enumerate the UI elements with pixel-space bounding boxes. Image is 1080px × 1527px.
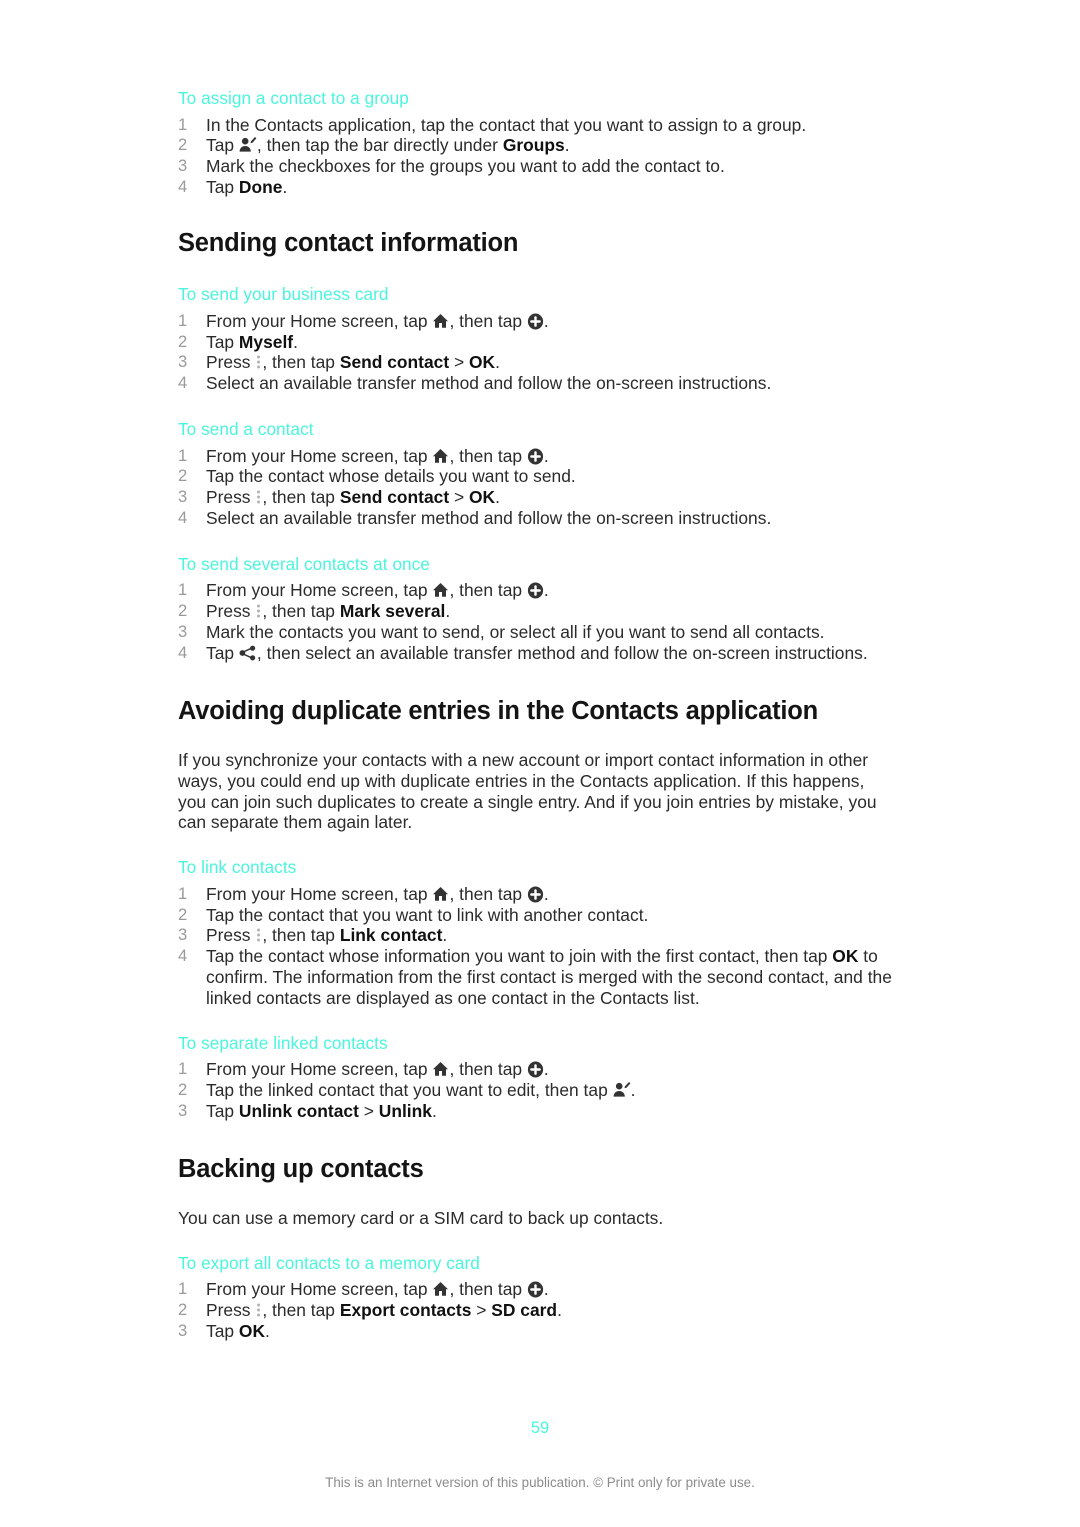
page-content: To assign a contact to a group In the Co… — [178, 88, 896, 1342]
list-item: From your Home screen, tap , then tap . — [178, 883, 549, 905]
list-item: Tap OK. — [178, 1320, 270, 1342]
list-item: Tap the contact whose information you wa… — [178, 946, 892, 1008]
list-item: Tap the contact whose details you want t… — [178, 466, 576, 487]
contacts-app-icon — [527, 313, 544, 330]
list-item: Press , then tap Export contacts > SD ca… — [178, 1300, 562, 1321]
sub-heading-send-several-contacts: To send several contacts at once — [178, 553, 430, 574]
home-icon — [432, 448, 449, 464]
contacts-app-icon — [527, 1061, 544, 1078]
sub-heading-link-contacts: To link contacts — [178, 857, 297, 878]
list-item: From your Home screen, tap , then tap . — [178, 1059, 549, 1080]
list-item: Press , then tap Send contact > OK. — [178, 487, 500, 508]
list-item: From your Home screen, tap , then tap . — [178, 580, 549, 601]
list-item: Press , then tap Send contact > OK. — [178, 352, 500, 373]
steps-list: From your Home screen, tap , then tap . … — [178, 1279, 896, 1341]
overflow-menu-icon — [255, 603, 262, 619]
procedure-send-several-contacts: To send several contacts at once From yo… — [178, 554, 896, 664]
paragraph-backing-up-contacts: You can use a memory card or a SIM card … — [178, 1207, 664, 1228]
share-icon — [239, 645, 257, 661]
steps-list: From your Home screen, tap , then tap . … — [178, 1059, 896, 1121]
bold-term: Send contact — [339, 487, 450, 508]
list-item: Press , then tap Link contact. — [178, 925, 448, 946]
overflow-menu-icon — [255, 927, 262, 943]
procedure-separate-linked-contacts: To separate linked contacts From your Ho… — [178, 1033, 896, 1122]
steps-list: From your Home screen, tap , then tap . … — [178, 446, 896, 529]
procedure-export-all-contacts: To export all contacts to a memory card … — [178, 1253, 896, 1342]
section-title-backing-up-contacts: Backing up contacts — [178, 1154, 424, 1183]
person-edit-icon — [239, 137, 257, 153]
bold-term: Done — [238, 177, 283, 198]
overflow-menu-icon — [255, 354, 262, 370]
person-edit-icon — [613, 1081, 631, 1098]
contacts-app-icon — [527, 1281, 544, 1298]
contacts-app-icon — [527, 582, 544, 599]
bold-term: OK — [469, 352, 496, 373]
bold-term: Export contacts — [339, 1300, 472, 1321]
steps-list: From your Home screen, tap , then tap . … — [178, 311, 896, 394]
contacts-app-icon — [527, 448, 544, 465]
list-item: Mark the contacts you want to send, or s… — [178, 622, 825, 643]
list-item: Tap , then select an available transfer … — [178, 642, 868, 664]
home-icon — [432, 313, 449, 329]
sub-heading-send-a-contact: To send a contact — [178, 418, 314, 439]
sub-heading-export-all-contacts: To export all contacts to a memory card — [178, 1252, 480, 1273]
list-item: Mark the checkboxes for the groups you w… — [178, 156, 725, 177]
home-icon — [432, 582, 449, 598]
list-item: From your Home screen, tap , then tap . — [178, 445, 549, 467]
home-icon — [432, 1281, 449, 1297]
bold-term: SD card — [491, 1300, 558, 1321]
list-item: Select an available transfer method and … — [178, 508, 772, 529]
bold-term: Myself — [238, 331, 294, 352]
steps-list: From your Home screen, tap , then tap . … — [178, 580, 896, 663]
list-item: Tap Myself. — [178, 331, 298, 353]
bold-term: OK — [469, 487, 496, 508]
section-title-avoiding-duplicates: Avoiding duplicate entries in the Contac… — [178, 696, 818, 725]
bold-term: OK — [832, 946, 859, 967]
sub-heading-separate-linked-contacts: To separate linked contacts — [178, 1032, 388, 1053]
overflow-menu-icon — [255, 489, 262, 505]
procedure-assign-contact-group: To assign a contact to a group In the Co… — [178, 88, 896, 198]
bold-term: OK — [238, 1320, 266, 1341]
steps-list: In the Contacts application, tap the con… — [178, 115, 896, 198]
list-item: Select an available transfer method and … — [178, 373, 772, 394]
bold-term: Send contact — [339, 352, 450, 373]
procedure-send-business-card: To send your business card From your Hom… — [178, 284, 896, 394]
footer-note: This is an Internet version of this publ… — [325, 1475, 755, 1490]
procedure-send-a-contact: To send a contact From your Home screen,… — [178, 419, 896, 529]
page-number: 59 — [530, 1419, 550, 1437]
list-item: Tap Unlink contact > Unlink. — [178, 1100, 437, 1122]
list-item: In the Contacts application, tap the con… — [178, 114, 807, 136]
list-item: From your Home screen, tap , then tap . — [178, 1279, 549, 1300]
overflow-menu-icon — [255, 1302, 262, 1318]
bold-term: Groups — [502, 135, 565, 156]
list-item: Tap the contact that you want to link wi… — [178, 904, 649, 926]
section-title-sending-contact-information: Sending contact information — [178, 228, 519, 257]
bold-term: Unlink — [378, 1100, 432, 1121]
home-icon — [432, 886, 449, 902]
sub-heading-send-business-card: To send your business card — [178, 284, 389, 305]
list-item: Tap , then tap the bar directly under Gr… — [178, 135, 570, 156]
list-item: Press , then tap Mark several. — [178, 601, 451, 622]
sub-heading-assign-contact-group: To assign a contact to a group — [178, 88, 409, 108]
list-item: Tap Done. — [178, 177, 288, 198]
contacts-app-icon — [527, 886, 544, 903]
steps-list: From your Home screen, tap , then tap . … — [178, 884, 896, 1009]
document-page: To assign a contact to a group In the Co… — [0, 0, 1080, 1527]
paragraph-avoiding-duplicates: If you synchronize your contacts with a … — [178, 749, 877, 833]
home-icon — [432, 1061, 449, 1077]
list-item: From your Home screen, tap , then tap . — [178, 310, 549, 332]
bold-term: Link contact — [339, 925, 443, 946]
bold-term: Unlink contact — [238, 1100, 359, 1121]
procedure-link-contacts: To link contacts From your Home screen, … — [178, 857, 896, 1008]
list-item: Tap the linked contact that you want to … — [178, 1079, 636, 1101]
bold-term: Mark several — [339, 601, 446, 622]
